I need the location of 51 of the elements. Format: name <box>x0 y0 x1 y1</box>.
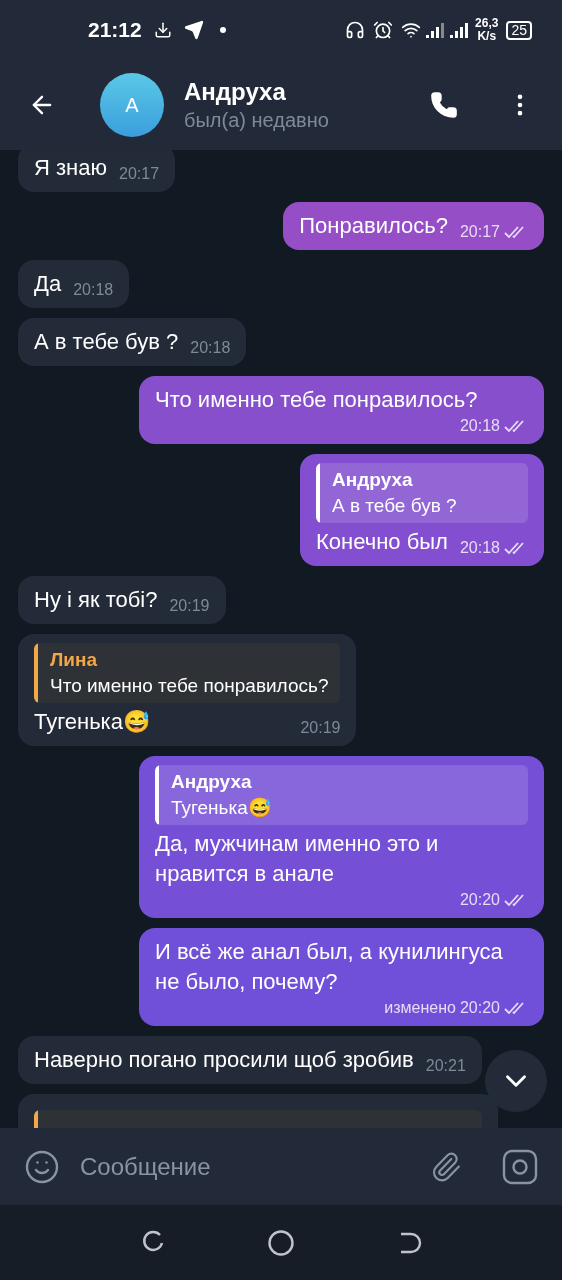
download-icon <box>153 21 172 39</box>
message-time: 20:18 <box>459 538 500 558</box>
message-time: 20:17 <box>459 222 500 242</box>
message-text: Да, мужчинам именно это и нравится в анале <box>155 830 440 888</box>
wifi-icon <box>401 20 422 40</box>
message-time: 20:18 <box>73 280 114 300</box>
message-time: 20:19 <box>300 718 341 738</box>
message-text: Ну і як тобі? <box>34 586 158 614</box>
message-input[interactable]: Сообщение <box>80 1148 430 1185</box>
reply-text: Тугенька😅 <box>171 796 272 820</box>
message-time: 20:18 <box>190 338 231 358</box>
message-time: 20:17 <box>119 164 160 184</box>
status-time: 21:12 <box>88 17 142 44</box>
home-icon[interactable] <box>267 1228 295 1257</box>
reply-author: Андруха <box>332 468 414 492</box>
attach-icon[interactable] <box>430 1150 462 1183</box>
headphones-icon <box>345 20 366 40</box>
battery-icon: 25 <box>506 20 532 40</box>
avatar[interactable]: A <box>100 73 164 137</box>
message-text: Наверно погано просили щоб зробив <box>34 1046 414 1074</box>
reply-author: Андруха <box>171 770 253 794</box>
message-text: Конечно был <box>316 528 448 556</box>
call-icon[interactable] <box>430 91 458 119</box>
message-time: 20:20 <box>459 890 500 910</box>
contact-status: был(а) недавно <box>184 108 329 133</box>
message-text: Что именно тебе понравилось? <box>155 386 478 414</box>
message-time: 20:18 <box>459 416 500 436</box>
send-icon <box>183 20 204 40</box>
camera-icon[interactable] <box>502 1148 538 1185</box>
message-time: 20:19 <box>169 596 210 616</box>
contact-name: Андруха <box>184 77 287 107</box>
message-text: Я знаю <box>34 154 107 182</box>
message-text: Понравилось? <box>299 212 448 240</box>
message-composer[interactable]: Сообщение <box>0 1128 562 1205</box>
network-speed: 26,3 <box>475 17 499 30</box>
alarm-icon <box>373 20 394 40</box>
reply-text: Что именно тебе понравилось? <box>50 674 329 698</box>
message-text: И всё же анал был, а кунилингуса не было, почему? <box>155 938 504 996</box>
speed-unit: K/s <box>477 30 497 43</box>
reply-text: А в тебе був ? <box>332 494 457 518</box>
reply-quote[interactable]: Андруха А в тебе був ? <box>316 463 528 523</box>
reply-quote[interactable]: Андруха Тугенька😅 <box>155 765 528 825</box>
emoji-icon[interactable] <box>24 1148 60 1185</box>
reply-quote[interactable]: Лина Что именно тебе понравилось? <box>34 643 341 703</box>
message-time: 20:21 <box>425 1056 466 1076</box>
reply-author: Лина <box>50 648 99 672</box>
message-time: 20:20 <box>459 998 500 1018</box>
message-text: А в тебе був ? <box>34 328 179 356</box>
message-text: Тугенька😅 <box>34 708 150 736</box>
edited-label: изменено <box>384 998 456 1018</box>
message-text: Да <box>34 270 62 298</box>
